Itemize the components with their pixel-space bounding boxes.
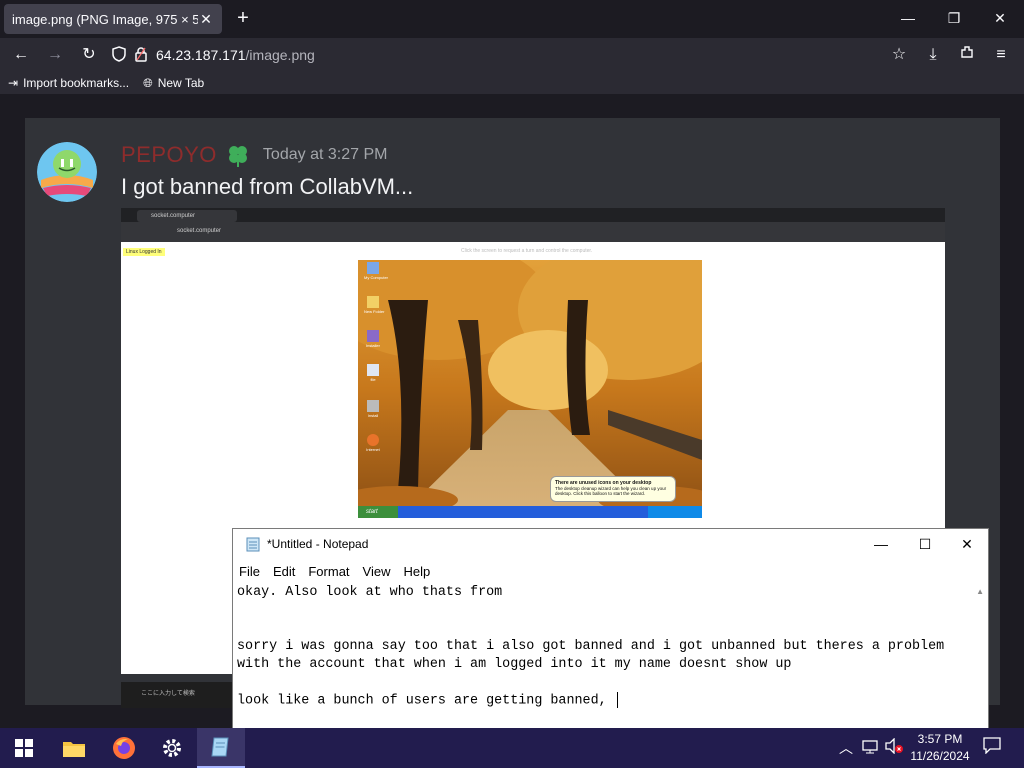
embedded-tab-bar: socket.computer: [121, 208, 945, 222]
menu-help[interactable]: Help: [403, 564, 430, 579]
new-tab-button[interactable]: +: [232, 8, 254, 30]
notepad-maximize-icon[interactable]: ☐: [903, 529, 947, 559]
text-line-current: look like a bunch of users are getting b…: [237, 692, 969, 711]
browser-nav-bar: ← → ↻ 64.23.187.171/image.png ☆ ⤓ ≡: [0, 38, 1024, 72]
network-icon[interactable]: [860, 738, 880, 758]
bookmark-label: Import bookmarks...: [23, 76, 130, 90]
notepad-menu-bar: File Edit Format View Help: [233, 561, 988, 581]
bookmark-import[interactable]: ⇥ Import bookmarks...: [8, 76, 129, 90]
taskbar-clock[interactable]: 3:57 PM 11/26/2024: [906, 731, 974, 765]
restore-icon[interactable]: ❐: [944, 8, 964, 28]
clock-date: 11/26/2024: [910, 749, 970, 763]
notification-center-icon[interactable]: [980, 736, 1004, 760]
embedded-tab: socket.computer: [137, 210, 237, 222]
menu-file[interactable]: File: [239, 564, 260, 579]
text-line: look like a bunch of users are getting b…: [237, 693, 615, 709]
settings-icon: [163, 739, 181, 757]
notepad-close-icon[interactable]: ✕: [945, 529, 989, 559]
forward-icon[interactable]: →: [44, 44, 66, 66]
extensions-icon[interactable]: [956, 44, 978, 66]
embedded-login-label: Linux Logged In: [123, 248, 165, 256]
vm-start-button: start: [358, 506, 398, 518]
lock-icon[interactable]: [130, 46, 152, 65]
notepad-icon: [245, 536, 261, 552]
globe-icon: 🌐︎: [143, 75, 153, 90]
bookmarks-bar: ⇥ Import bookmarks... 🌐︎ New Tab: [0, 72, 1024, 94]
text-line: okay. Also look at who thats from: [237, 585, 503, 600]
minimize-icon[interactable]: —: [898, 8, 918, 28]
text-line: sorry i was gonna say too that i also go…: [237, 639, 945, 654]
back-icon[interactable]: ←: [10, 44, 32, 66]
notepad-icon: [211, 737, 229, 757]
url-text: 64.23.187.171/image.png: [156, 47, 315, 63]
vm-desktop-icon: Installer: [364, 330, 382, 348]
vm-screen: My Computer New Folder Installer file In…: [358, 260, 702, 518]
downloads-icon[interactable]: ⤓: [922, 44, 944, 66]
firefox-icon: [113, 737, 135, 759]
message-text: I got banned from CollabVM...: [121, 174, 414, 199]
windows-taskbar: ︿ 3:57 PM 11/26/2024: [0, 728, 1024, 768]
notepad-minimize-icon[interactable]: —: [859, 529, 903, 559]
bookmark-label: New Tab: [157, 76, 205, 90]
vm-desktop-icon: New Folder: [364, 296, 384, 314]
vm-tray: [648, 506, 702, 518]
embedded-url: socket.computer: [177, 228, 222, 234]
taskbar-settings[interactable]: [148, 728, 196, 768]
start-button[interactable]: [0, 728, 48, 768]
embedded-search-box: ここに入力して検索: [141, 691, 195, 697]
avatar: [37, 142, 97, 202]
bookmark-new-tab[interactable]: 🌐︎ New Tab: [143, 76, 204, 91]
url-bar[interactable]: 64.23.187.171/image.png: [108, 41, 920, 69]
notepad-title: *Untitled - Notepad: [267, 537, 369, 551]
reload-icon[interactable]: ↻: [78, 44, 100, 66]
taskbar-notepad[interactable]: [197, 728, 245, 768]
menu-view[interactable]: View: [363, 564, 391, 579]
embedded-hint: Click the screen to request a turn and c…: [461, 248, 593, 254]
menu-format[interactable]: Format: [308, 564, 349, 579]
file-explorer-icon: [63, 742, 85, 757]
tab-image-png[interactable]: image.png (PNG Image, 975 × 587 pixels) …: [4, 4, 222, 34]
author-name[interactable]: PEPOYO: [121, 142, 217, 168]
vm-desktop-icon: file: [364, 364, 382, 382]
close-window-icon[interactable]: ✕: [990, 8, 1010, 28]
volume-muted-icon[interactable]: [884, 737, 904, 758]
message-timestamp: Today at 3:27 PM: [262, 146, 388, 163]
menu-icon[interactable]: ≡: [990, 44, 1012, 66]
windows-logo-icon: [15, 739, 33, 757]
taskbar-firefox[interactable]: [100, 728, 148, 768]
scroll-up-icon[interactable]: ▲: [976, 587, 984, 596]
vm-desktop-icon: Internet: [364, 434, 382, 452]
notepad-scrollbar[interactable]: [972, 583, 988, 729]
notepad-title-bar[interactable]: *Untitled - Notepad — ☐ ✕: [233, 529, 988, 559]
tab-title: image.png (PNG Image, 975 × 587 pixels): [12, 11, 198, 27]
browser-tab-bar: image.png (PNG Image, 975 × 587 pixels) …: [0, 0, 1024, 38]
menu-edit[interactable]: Edit: [273, 564, 295, 579]
shield-icon[interactable]: [108, 45, 130, 65]
import-icon: ⇥: [8, 76, 19, 90]
notepad-text-area[interactable]: okay. Also look at who thats from sorry i…: [233, 583, 973, 729]
vm-desktop-icon: Install: [364, 400, 382, 418]
clock-time: 3:57 PM: [917, 732, 963, 746]
chevron-up-icon[interactable]: ︿: [836, 738, 856, 758]
embedded-nav-bar: socket.computer: [121, 222, 945, 242]
message-header: PEPOYO Today at 3:27 PM: [121, 142, 387, 168]
tab-close-icon[interactable]: ✕: [198, 11, 214, 28]
vm-notification-balloon: There are unused icons on your desktop Th…: [550, 476, 676, 502]
vm-desktop-icon: My Computer: [364, 262, 388, 280]
notepad-window[interactable]: *Untitled - Notepad — ☐ ✕ File Edit Form…: [232, 528, 989, 730]
bookmark-star-icon[interactable]: ☆: [888, 44, 910, 66]
clover-badge-icon: [225, 142, 251, 168]
text-caret: [616, 692, 618, 708]
taskbar-file-explorer[interactable]: [50, 728, 98, 768]
text-line: with the account that when i am logged i…: [237, 657, 792, 672]
